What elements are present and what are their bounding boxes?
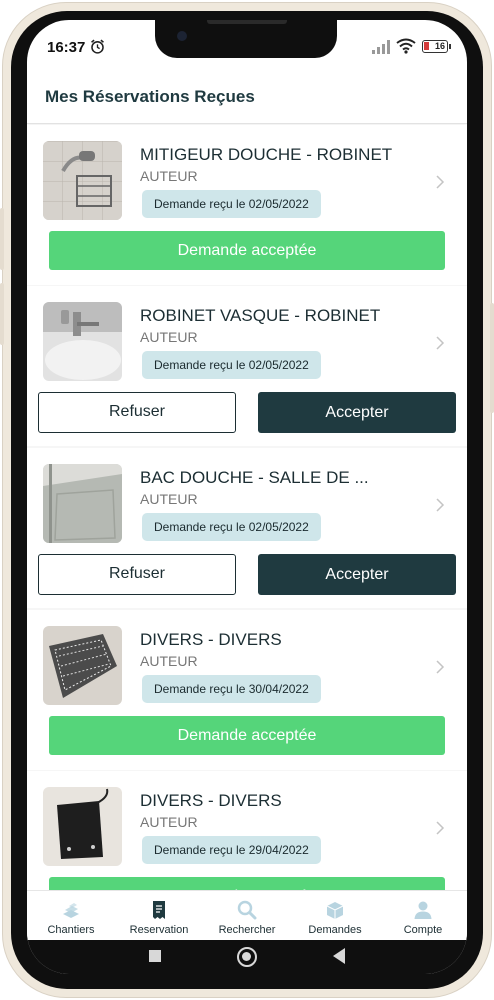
refuse-button[interactable]: Refuser — [38, 554, 236, 595]
back-triangle-icon[interactable] — [333, 948, 345, 964]
recents-square-icon[interactable] — [149, 950, 161, 962]
reservation-title: BAC DOUCHE - SALLE DE ... — [140, 468, 369, 487]
chevron-right-icon[interactable] — [434, 336, 446, 350]
nav-item-demandes[interactable]: Demandes — [291, 891, 379, 941]
reservation-card[interactable]: DIVERS - DIVERS AUTEUR Demande reçu le 2… — [27, 771, 467, 890]
nav-item-compte[interactable]: Compte — [379, 891, 467, 941]
chevron-right-icon[interactable] — [434, 660, 446, 674]
nav-item-chantiers[interactable]: Chantiers — [27, 891, 115, 941]
user-icon — [414, 901, 432, 919]
bottom-navigation: Chantiers Reservation Rechercher Demande… — [27, 890, 467, 940]
bricks-icon — [63, 903, 79, 918]
request-accepted-button[interactable]: Demande acceptée — [49, 716, 445, 755]
product-image — [43, 787, 122, 866]
speaker-grille — [207, 20, 287, 24]
nav-item-rechercher[interactable]: Rechercher — [203, 891, 291, 941]
nav-label: Compte — [403, 924, 443, 936]
signal-icon — [372, 40, 390, 54]
accept-button[interactable]: Accepter — [258, 554, 456, 595]
request-date-badge: Demande reçu le 30/04/2022 — [142, 675, 321, 703]
chevron-right-icon[interactable] — [434, 175, 446, 189]
product-image — [43, 302, 122, 381]
receipt-icon — [153, 901, 165, 919]
reservation-author: AUTEUR — [140, 329, 198, 345]
system-navigation-bar — [27, 940, 467, 974]
request-date-badge: Demande reçu le 02/05/2022 — [142, 190, 321, 218]
chevron-right-icon[interactable] — [434, 821, 446, 835]
reservation-title: DIVERS - DIVERS — [140, 630, 282, 649]
nav-item-reservation[interactable]: Reservation — [115, 891, 203, 941]
reservation-author: AUTEUR — [140, 814, 198, 830]
alarm-icon — [91, 39, 104, 54]
status-bar: 16:37 16 — [27, 20, 467, 72]
product-image — [43, 626, 122, 705]
chevron-right-icon[interactable] — [434, 498, 446, 512]
nav-label: Demandes — [308, 924, 362, 936]
reservation-card[interactable]: DIVERS - DIVERS AUTEUR Demande reçu le 3… — [27, 610, 467, 770]
page-title: Mes Réservations Reçues — [45, 87, 255, 106]
volume-button — [0, 208, 4, 270]
volume-button — [0, 283, 4, 345]
reservation-author: AUTEUR — [140, 653, 198, 669]
reservation-author: AUTEUR — [140, 168, 198, 184]
power-button — [490, 303, 494, 413]
search-icon — [237, 900, 257, 920]
request-date-badge: Demande reçu le 29/04/2022 — [142, 836, 321, 864]
request-accepted-button[interactable]: Demande acceptée — [49, 231, 445, 270]
nav-label: Reservation — [129, 924, 189, 936]
reservation-title: MITIGEUR DOUCHE - ROBINET — [140, 145, 393, 164]
status-time: 16:37 — [47, 39, 86, 56]
reservation-title: ROBINET VASQUE - ROBINET — [140, 306, 381, 325]
reservation-title: DIVERS - DIVERS — [140, 791, 282, 810]
reservation-card[interactable]: MITIGEUR DOUCHE - ROBINET AUTEUR Demande… — [27, 125, 467, 285]
reservation-card[interactable]: ROBINET VASQUE - ROBINET AUTEUR Demande … — [27, 286, 467, 446]
home-circle-icon[interactable] — [237, 947, 257, 967]
request-date-badge: Demande reçu le 02/05/2022 — [142, 351, 321, 379]
nav-label: Rechercher — [218, 924, 276, 936]
battery-icon: 16 — [422, 40, 451, 53]
request-date-badge: Demande reçu le 02/05/2022 — [142, 513, 321, 541]
nav-label: Chantiers — [47, 924, 95, 936]
product-image — [43, 464, 122, 543]
wifi-icon — [396, 38, 416, 54]
refuse-button[interactable]: Refuser — [38, 392, 236, 433]
reservation-author: AUTEUR — [140, 491, 198, 507]
accept-button[interactable]: Accepter — [258, 392, 456, 433]
product-image — [43, 141, 122, 220]
front-camera — [177, 31, 187, 41]
app-screen: 16:37 16 Mes Réservations Reçues MITIGEU… — [27, 20, 467, 974]
app-header: Mes Réservations Reçues — [27, 72, 467, 124]
battery-level: 16 — [434, 41, 445, 51]
boxes-icon — [326, 902, 344, 919]
reservation-card[interactable]: BAC DOUCHE - SALLE DE ... AUTEUR Demande… — [27, 448, 467, 608]
camera-notch — [155, 20, 337, 58]
request-accepted-button[interactable]: Demande acceptée — [49, 877, 445, 890]
reservation-list[interactable]: MITIGEUR DOUCHE - ROBINET AUTEUR Demande… — [27, 125, 467, 890]
